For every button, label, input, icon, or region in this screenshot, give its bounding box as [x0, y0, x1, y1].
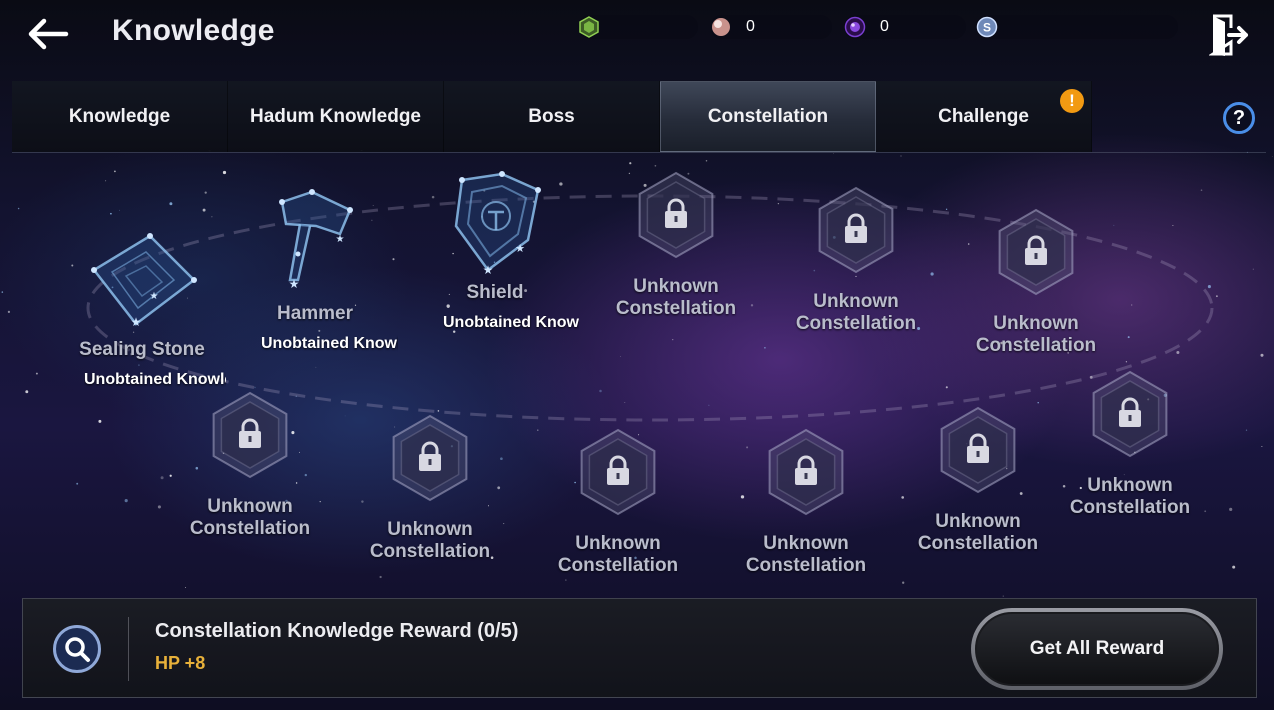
locked-constellation-hex [998, 208, 1074, 296]
reward-bar: Constellation Knowledge Reward (0/5) HP … [22, 598, 1257, 698]
back-button[interactable] [22, 12, 74, 56]
get-all-reward-button[interactable]: Get All Reward [971, 608, 1223, 690]
constellation-name: Unknown Constellation [975, 313, 1097, 356]
sealing-stone-constellation-icon: ★ ★ [91, 233, 197, 329]
search-button[interactable] [53, 625, 101, 673]
tab-knowledge[interactable]: Knowledge [12, 81, 228, 152]
tab-constellation[interactable]: Constellation [660, 81, 876, 152]
constellation-name: Unknown Constellation [917, 511, 1039, 554]
hammer-constellation-icon: ★ ★ [279, 189, 353, 291]
locked-constellation-hex [580, 428, 656, 516]
tab-boss[interactable]: Boss [444, 81, 660, 152]
exit-door-icon [1209, 14, 1248, 56]
svg-text:★: ★ [131, 315, 142, 329]
svg-text:★: ★ [289, 277, 300, 291]
help-button[interactable]: ? [1223, 102, 1255, 134]
locked-constellation-hex [638, 171, 714, 259]
constellation-status: Unobtained Knowledge [261, 335, 398, 352]
constellation-name: Unknown Constellation [1069, 475, 1191, 518]
constellation-name: Sealing Stone [79, 339, 205, 360]
constellation-status: Unobtained Knowledge [84, 371, 226, 388]
constellation-name: Unknown Constellation [615, 276, 737, 319]
constellation-name: Unknown Constellation [557, 533, 679, 576]
silver-coin-icon: S [976, 16, 998, 38]
constellation-name: Shield [466, 282, 524, 303]
currency-silver-coin[interactable]: S [976, 15, 1178, 39]
tab-divider [12, 152, 1266, 153]
arrow-left-icon [28, 18, 69, 50]
currency-value: 0 [880, 18, 889, 35]
top-header: Knowledge 0 0 S [0, 0, 1274, 70]
locked-constellation-hex [392, 414, 468, 502]
constellation-name: Unknown Constellation [189, 496, 311, 539]
locked-constellation-hex [1092, 370, 1168, 458]
locked-constellation-hex [818, 186, 894, 274]
svg-text:★: ★ [483, 263, 494, 277]
reward-title: Constellation Knowledge Reward (0/5) [155, 620, 519, 642]
constellation-name: Unknown Constellation [795, 291, 917, 334]
currency-value: 0 [746, 18, 755, 35]
currency-purple-orb[interactable]: 0 [844, 15, 966, 39]
svg-text:S: S [983, 21, 991, 35]
constellation-name: Unknown Constellation [745, 533, 867, 576]
challenge-alert-badge: ! [1060, 89, 1084, 113]
svg-text:★: ★ [336, 234, 345, 245]
page-title: Knowledge [112, 14, 275, 47]
reward-value: HP +8 [155, 653, 206, 673]
tab-bar: Knowledge Hadum Knowledge Boss Constella… [12, 81, 1092, 152]
locked-constellation-hex [212, 391, 288, 479]
magnifier-icon [65, 637, 90, 662]
exit-button[interactable] [1206, 12, 1252, 58]
constellation-status: Unobtained Knowledge [443, 314, 579, 331]
shield-constellation-icon: ★ ★ [454, 171, 541, 277]
tab-challenge[interactable]: Challenge [876, 81, 1092, 152]
pearl-icon [712, 18, 730, 36]
get-all-reward-label: Get All Reward [975, 612, 1219, 686]
locked-constellation-hex [768, 428, 844, 516]
tab-hadum-knowledge[interactable]: Hadum Knowledge [228, 81, 444, 152]
purple-orb-icon [844, 16, 866, 38]
currency-pearl[interactable]: 0 [710, 15, 832, 39]
svg-text:★: ★ [515, 242, 525, 255]
currency-green-gem[interactable] [578, 15, 698, 39]
svg-text:★: ★ [150, 291, 159, 302]
constellation-name: Hammer [276, 303, 354, 324]
bar-divider [128, 617, 129, 681]
green-crystal-icon [579, 16, 599, 38]
locked-constellation-hex [940, 406, 1016, 494]
constellation-name: Unknown Constellation [369, 519, 491, 562]
